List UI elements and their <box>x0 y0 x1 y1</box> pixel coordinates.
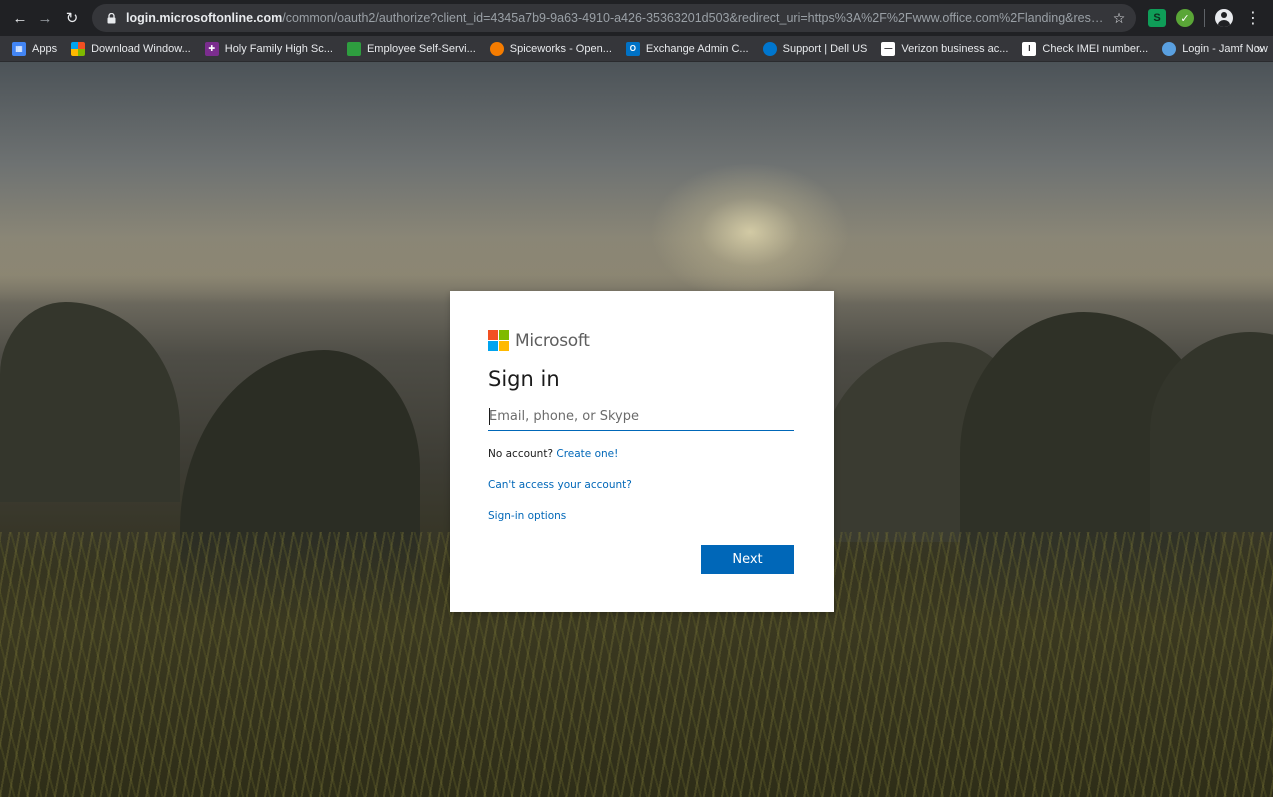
toolbar-divider <box>1204 9 1205 27</box>
microsoft-wordmark: Microsoft <box>515 330 590 351</box>
forward-icon[interactable]: → <box>34 7 56 29</box>
imei-icon: I <box>1022 41 1037 56</box>
bookmark-spiceworks[interactable]: Spiceworks - Open... <box>489 41 612 56</box>
email-input[interactable] <box>488 403 794 429</box>
mountain-left <box>0 302 180 502</box>
back-icon[interactable]: ← <box>9 7 31 29</box>
extension-s-icon[interactable]: S <box>1148 9 1166 27</box>
bookmark-label: Holy Family High Sc... <box>224 42 333 55</box>
apps-grid-icon: ▦ <box>12 41 26 56</box>
profile-avatar-icon[interactable] <box>1215 9 1233 27</box>
spiceworks-icon <box>489 41 504 56</box>
bookmark-label: Support | Dell US <box>782 42 868 55</box>
bookmark-label: Check IMEI number... <box>1042 42 1149 55</box>
address-bar[interactable]: login.microsoftonline.com/common/oauth2/… <box>92 4 1136 32</box>
cant-access-link[interactable]: Can't access your account? <box>488 479 632 491</box>
create-account-link[interactable]: Create one! <box>556 448 618 460</box>
lock-icon[interactable] <box>104 11 118 25</box>
verizon-icon: — <box>881 41 896 56</box>
more-bookmarks-icon[interactable]: » <box>1256 42 1263 56</box>
bookmark-label: Exchange Admin C... <box>645 42 749 55</box>
windows-icon <box>71 41 86 56</box>
bookmark-label: Verizon business ac... <box>901 42 1009 55</box>
bookmark-check-imei[interactable]: I Check IMEI number... <box>1022 41 1149 56</box>
signin-card: Microsoft Sign in No account? Create one… <box>450 291 834 612</box>
bookmarks-bar: ▦ Apps Download Window... ✚ Holy Family Hi… <box>0 36 1273 62</box>
bookmark-exchange-admin[interactable]: O Exchange Admin C... <box>625 41 749 56</box>
page-title: Sign in <box>488 367 560 391</box>
employee-icon <box>346 41 361 56</box>
jamf-icon <box>1162 41 1177 56</box>
url-path: /common/oauth2/authorize?client_id=4345a… <box>282 11 1104 25</box>
microsoft-logo-icon <box>488 330 509 351</box>
no-account-text: No account? <box>488 448 554 460</box>
bookmark-dell-support[interactable]: Support | Dell US <box>762 41 868 56</box>
bookmark-label: Employee Self-Servi... <box>366 42 476 55</box>
extension-check-icon[interactable]: ✓ <box>1176 9 1194 27</box>
bookmark-verizon[interactable]: — Verizon business ac... <box>881 41 1009 56</box>
bookmark-employee-self-service[interactable]: Employee Self-Servi... <box>346 41 476 56</box>
sun-glow <box>650 162 850 302</box>
no-account-line: No account? Create one! <box>488 448 618 460</box>
menu-kebab-icon[interactable]: ⋮ <box>1245 8 1261 28</box>
bookmark-apps[interactable]: ▦ Apps <box>12 41 58 56</box>
bookmark-holy-family[interactable]: ✚ Holy Family High Sc... <box>204 41 333 56</box>
outlook-icon: O <box>625 41 640 56</box>
bookmark-label: Login - Jamf Now <box>1182 42 1268 55</box>
bookmark-label: Download Window... <box>91 42 191 55</box>
bookmark-label: Apps <box>32 42 58 55</box>
bookmark-download-windows[interactable]: Download Window... <box>71 41 191 56</box>
microsoft-logo: Microsoft <box>488 330 590 351</box>
next-button[interactable]: Next <box>701 545 794 574</box>
bookmark-star-icon[interactable]: ☆ <box>1110 10 1128 27</box>
bookmark-jamf-now[interactable]: Login - Jamf Now <box>1162 41 1268 56</box>
browser-toolbar: ← → ↻ login.microsoftonline.com/common/o… <box>0 0 1273 36</box>
dell-icon <box>762 41 777 56</box>
url-host: login.microsoftonline.com <box>126 11 283 25</box>
school-icon: ✚ <box>204 41 219 56</box>
bookmark-label: Spiceworks - Open... <box>509 42 612 55</box>
email-field-wrapper <box>488 403 794 431</box>
text-caret <box>489 408 490 425</box>
url-text[interactable]: login.microsoftonline.com/common/oauth2/… <box>126 11 1104 25</box>
reload-icon[interactable]: ↻ <box>61 7 83 29</box>
signin-options-link[interactable]: Sign-in options <box>488 510 566 522</box>
